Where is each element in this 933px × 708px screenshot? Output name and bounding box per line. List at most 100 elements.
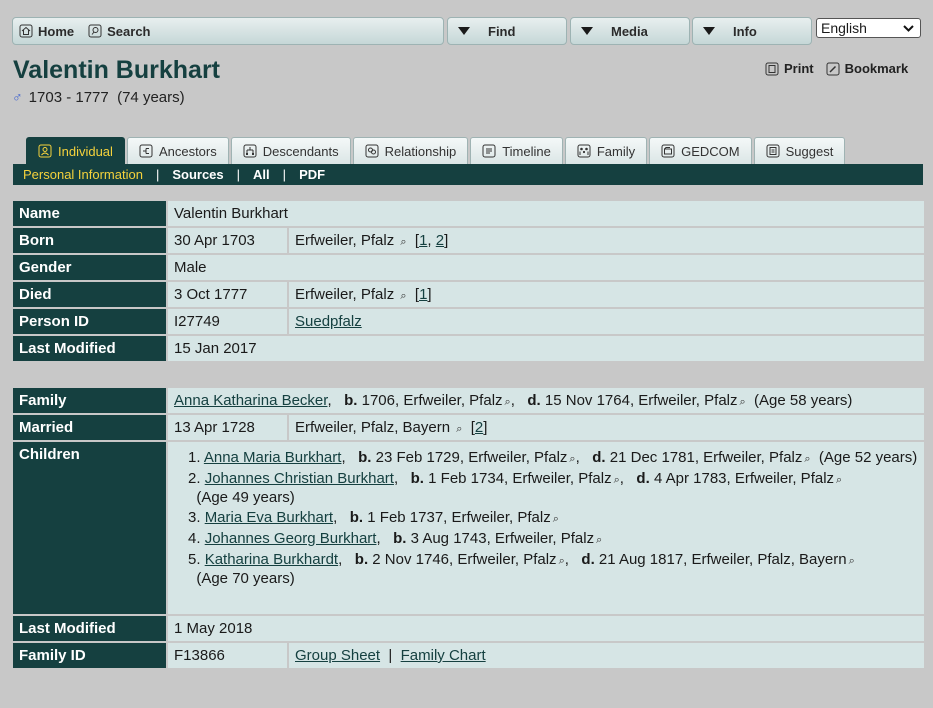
print-button[interactable]: Print [765, 61, 814, 76]
tab-individual[interactable]: Individual [26, 137, 125, 164]
child-age: (Age 70 years) [196, 570, 295, 587]
list-item: 1. Anna Maria Burkhart, b. 23 Feb 1729, … [188, 449, 918, 466]
language-select[interactable]: English [816, 18, 921, 38]
bookmark-button[interactable]: Bookmark [826, 61, 909, 76]
media-menu[interactable]: Media [570, 17, 690, 45]
spouse-death: 15 Nov 1764, Erfweiler, Pfalz [544, 392, 738, 409]
descendants-icon [243, 144, 257, 158]
list-item: 4. Johannes Georg Burkhart, b. 3 Aug 174… [188, 530, 603, 547]
group-sheet-link[interactable]: Group Sheet [295, 647, 380, 664]
top-nav-bar: Home Search [12, 17, 444, 45]
born-place-cell: Erfweiler, Pfalz ⌕ [1, 2] [287, 228, 924, 253]
tab-gedcom[interactable]: GEDCOM [649, 137, 752, 164]
dropdown-arrow-icon [703, 27, 715, 35]
info-menu[interactable]: Info [692, 17, 812, 45]
tab-ancestors[interactable]: Ancestors [126, 137, 229, 164]
row-label: Family [13, 388, 166, 413]
died-abbrev: d. [527, 392, 541, 409]
last-modified-value: 15 Jan 2017 [166, 336, 924, 361]
children-cell: 1. Anna Maria Burkhart, b. 23 Feb 1729, … [166, 442, 924, 614]
subnav-pdf[interactable]: PDF [299, 167, 325, 182]
family-chart-link[interactable]: Family Chart [401, 647, 486, 664]
row-label: Married [13, 415, 166, 440]
source-link[interactable]: 2 [436, 232, 444, 249]
suggest-icon [766, 144, 780, 158]
home-icon [19, 24, 33, 38]
married-row: Married 13 Apr 1728 Erfweiler, Pfalz, Ba… [13, 415, 924, 440]
chevron-down-icon [903, 24, 914, 32]
tree-link[interactable]: Suedpfalz [295, 313, 362, 330]
search-place-icon[interactable]: ⌕ [456, 423, 462, 435]
subnav-personal-information[interactable]: Personal Information [23, 167, 143, 182]
family-icon [577, 144, 591, 158]
child-birth: 1 Feb 1737, Erfweiler, Pfalz [367, 509, 551, 526]
search-place-icon[interactable]: ⌕ [505, 396, 511, 408]
page-title: Valentin Burkhart [13, 56, 220, 84]
born-abbrev: b. [410, 470, 424, 487]
child-link[interactable]: Johannes Christian Burkhart [205, 470, 394, 487]
search-place-icon[interactable]: ⌕ [849, 555, 855, 567]
spouse-birth: 1706, Erfweiler, Pfalz [361, 392, 503, 409]
search-link[interactable]: Search [88, 23, 151, 39]
row-label: Last Modified [13, 616, 166, 641]
list-item: 3. Maria Eva Burkhart, b. 1 Feb 1737, Er… [188, 509, 559, 526]
child-birth: 1 Feb 1734, Erfweiler, Pfalz [428, 470, 612, 487]
source-link[interactable]: 1 [419, 286, 427, 303]
tab-suggest[interactable]: Suggest [753, 137, 846, 164]
family-last-modified-row: Last Modified 1 May 2018 [13, 616, 924, 641]
search-place-icon[interactable]: ⌕ [596, 534, 602, 546]
search-place-icon[interactable]: ⌕ [400, 236, 406, 248]
subnav-all[interactable]: All [253, 167, 270, 182]
find-label: Find [488, 23, 516, 39]
child-age: (Age 52 years) [818, 449, 918, 466]
sub-navigation: Personal Information | Sources | All | P… [13, 164, 923, 185]
tab-family[interactable]: Family [564, 137, 648, 164]
child-link[interactable]: Johannes Georg Burkhart [205, 530, 377, 547]
tab-label: Suggest [785, 143, 834, 159]
search-place-icon[interactable]: ⌕ [614, 474, 620, 486]
name-row: Name Valentin Burkhart [13, 201, 924, 226]
list-item: 5. Katharina Burkhardt, b. 2 Nov 1746, E… [188, 551, 855, 587]
search-place-icon[interactable]: ⌕ [740, 396, 746, 408]
subnav-sources[interactable]: Sources [172, 167, 223, 182]
child-link[interactable]: Katharina Burkhardt [205, 551, 338, 568]
tab-descendants[interactable]: Descendants [230, 137, 351, 164]
born-abbrev: b. [354, 551, 369, 568]
child-death: 21 Dec 1781, Erfweiler, Pfalz [609, 449, 803, 466]
list-item: 2. Johannes Christian Burkhart, b. 1 Feb… [188, 470, 843, 506]
tab-relationship[interactable]: Relationship [352, 137, 469, 164]
home-link[interactable]: Home [19, 24, 74, 39]
born-abbrev: b. [349, 509, 364, 526]
search-place-icon[interactable]: ⌕ [553, 513, 559, 525]
search-place-icon[interactable]: ⌕ [836, 474, 842, 486]
find-menu[interactable]: Find [447, 17, 567, 45]
family-table: Family Anna Katharina Becker, b. 1706, E… [13, 386, 924, 670]
died-place-cell: Erfweiler, Pfalz ⌕ [1] [287, 282, 924, 307]
source-link[interactable]: 1 [419, 232, 427, 249]
spouse-link[interactable]: Anna Katharina Becker [174, 392, 327, 409]
separator: | [236, 167, 241, 182]
source-link[interactable]: 2 [475, 419, 483, 436]
bookmark-icon [826, 62, 840, 75]
search-label: Search [107, 23, 151, 39]
lifespan: ♂ 1703 - 1777 (74 years) [12, 89, 185, 106]
tab-timeline[interactable]: Timeline [470, 137, 563, 164]
tab-label: GEDCOM [681, 143, 740, 159]
child-death: 21 Aug 1817, Erfweiler, Pfalz, Bayern [598, 551, 847, 568]
life-age: (74 years) [117, 89, 185, 106]
search-place-icon[interactable]: ⌕ [559, 555, 565, 567]
search-place-icon[interactable]: ⌕ [569, 453, 575, 465]
bookmark-label: Bookmark [844, 61, 909, 76]
child-link[interactable]: Anna Maria Burkhart [204, 449, 342, 466]
search-place-icon[interactable]: ⌕ [804, 453, 810, 465]
child-link[interactable]: Maria Eva Burkhart [205, 509, 333, 526]
married-date: 13 Apr 1728 [166, 415, 287, 440]
page-actions: Print Bookmark [765, 61, 908, 76]
ancestors-icon [139, 144, 153, 158]
died-abbrev: d. [581, 551, 595, 568]
search-place-icon[interactable]: ⌕ [400, 290, 406, 302]
born-abbrev: b. [358, 449, 372, 466]
family-links-cell: Group Sheet | Family Chart [287, 643, 924, 668]
print-icon [765, 62, 779, 75]
gender-value: Male [166, 255, 924, 280]
